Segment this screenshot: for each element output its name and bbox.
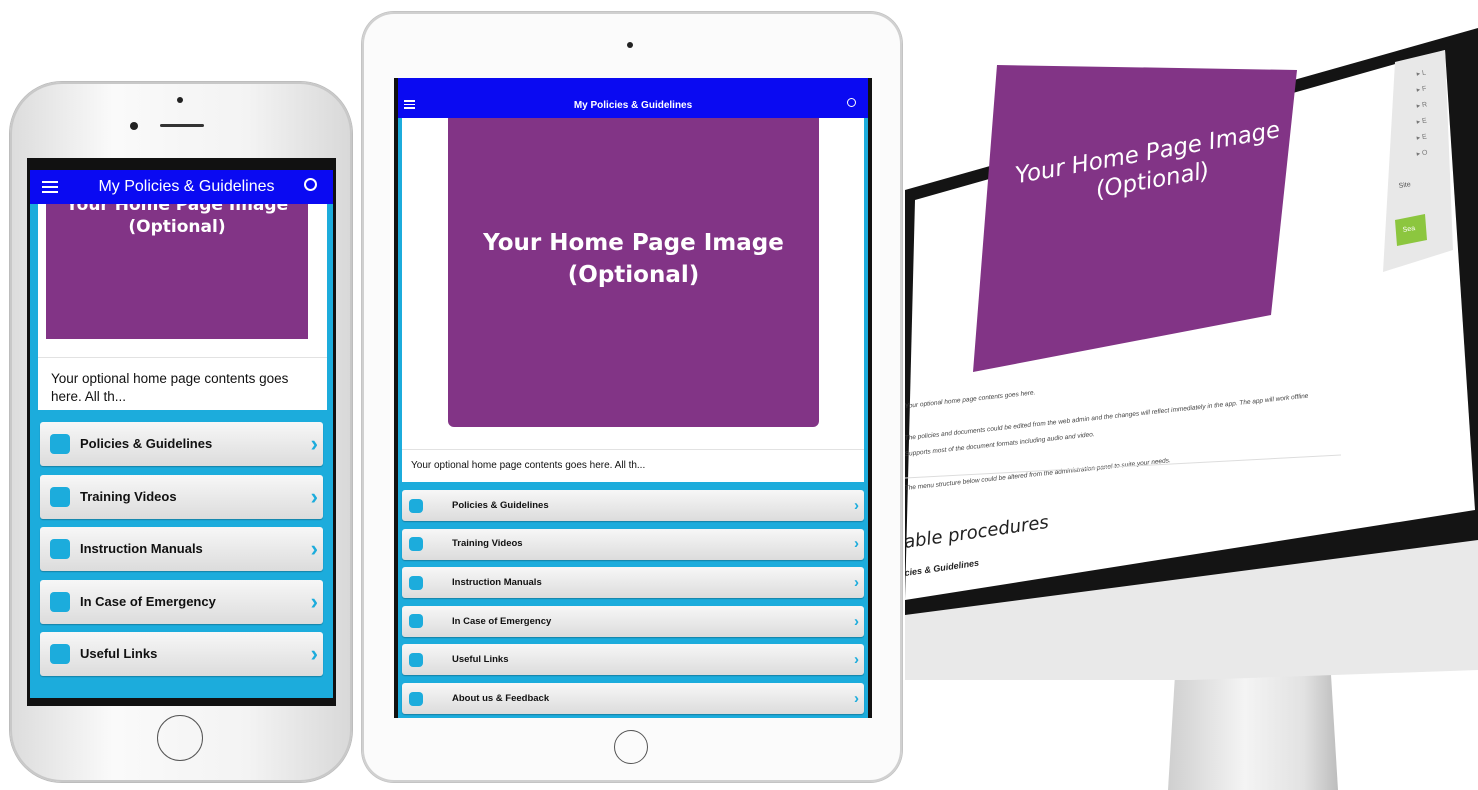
hero-text: Your Home Page Image (Optional) <box>483 230 784 288</box>
phone-speaker <box>160 124 204 127</box>
menu-list: Policies & Guidelines › Training Videos › In… <box>402 488 864 718</box>
chevron-right-icon: › <box>310 641 318 667</box>
menu-item-label: Policies & Guidelines <box>452 499 549 511</box>
chevron-right-icon: › <box>854 651 859 669</box>
menu-item[interactable]: In Case of Emergency › <box>402 605 864 637</box>
search-icon[interactable] <box>304 178 317 191</box>
card-divider <box>402 449 864 450</box>
chevron-right-icon: › <box>310 588 318 614</box>
home-button-icon[interactable] <box>157 715 203 761</box>
chevron-right-icon: › <box>310 483 318 509</box>
menu-item-icon <box>409 652 423 667</box>
app-bar: My Policies & Guidelines <box>30 170 333 204</box>
menu-item-icon <box>50 486 70 507</box>
phone-app: Your Home Page Image (Optional) Your opt… <box>30 170 333 698</box>
menu-item-icon <box>409 498 423 513</box>
chevron-right-icon: › <box>854 496 859 514</box>
menu-item-icon <box>409 575 423 590</box>
chevron-right-icon: › <box>310 431 318 457</box>
phone-sensor <box>177 97 183 103</box>
hero-image: Your Home Page Image (Optional) <box>46 192 308 339</box>
hero-image: Your Home Page Image (Optional) <box>448 118 819 427</box>
menu-item-label: Training Videos <box>452 538 523 550</box>
phone-screen: Your Home Page Image (Optional) Your opt… <box>27 158 336 706</box>
camera-icon <box>627 42 633 48</box>
menu-item-icon <box>409 537 423 552</box>
menu-item[interactable]: Training Videos › <box>402 528 864 560</box>
menu-item-label: In Case of Emergency <box>80 593 216 609</box>
menu-item[interactable]: Policies & Guidelines › <box>402 490 864 521</box>
menu-item[interactable]: About us & Feedback › <box>402 683 864 714</box>
menu-item-icon <box>50 434 70 454</box>
menu-item-icon <box>409 614 423 629</box>
home-card: Your Home Page Image (Optional) Your opt… <box>38 182 327 410</box>
chevron-right-icon: › <box>854 612 859 630</box>
home-button-icon[interactable] <box>614 730 648 764</box>
menu-item-icon <box>50 591 70 612</box>
chevron-right-icon: › <box>854 689 859 707</box>
app-title: My Policies & Guidelines <box>98 178 275 195</box>
app-bar: My Policies & Guidelines <box>398 78 868 118</box>
menu-item-label: Useful Links <box>452 654 509 666</box>
menu-item-label: Instruction Manuals <box>452 576 542 588</box>
menu-item-label: In Case of Emergency <box>452 615 552 627</box>
menu-item[interactable]: Useful Links › <box>402 644 864 676</box>
tablet-screen: Your Home Page Image (Optional) Your opt… <box>394 78 872 718</box>
status-bar <box>398 78 868 88</box>
chevron-right-icon: › <box>854 535 859 553</box>
menu-item[interactable]: Policies & Guidelines › <box>40 422 323 466</box>
monitor-device: ▸ L▸ F▸ R▸ E▸ E▸ O Site Sea Your Home Pa… <box>905 28 1478 680</box>
menu-item-label: Instruction Manuals <box>80 541 203 557</box>
app-title: My Policies & Guidelines <box>573 100 693 111</box>
intro-text: Your optional home page contents goes he… <box>51 371 289 404</box>
intro-text: Your optional home page contents goes he… <box>411 460 646 471</box>
menu-item-label: Useful Links <box>80 646 158 662</box>
menu-item-label: Training Videos <box>80 488 177 504</box>
menu-item[interactable]: Useful Links › <box>40 632 323 676</box>
menu-item-icon <box>50 539 70 559</box>
menu-item[interactable]: Instruction Manuals › <box>402 567 864 599</box>
tablet-device: Your Home Page Image (Optional) Your opt… <box>362 12 902 782</box>
phone-device: Your Home Page Image (Optional) Your opt… <box>10 82 352 782</box>
menu-item-icon <box>50 644 70 664</box>
card-divider <box>38 357 327 358</box>
search-icon[interactable] <box>847 98 856 107</box>
menu-item-icon <box>409 691 423 706</box>
menu-item-label: Policies & Guidelines <box>80 436 213 452</box>
chevron-right-icon: › <box>854 574 859 592</box>
menu-item[interactable]: Training Videos › <box>40 474 323 519</box>
home-card: Your Home Page Image (Optional) Your opt… <box>402 118 864 482</box>
menu-list: Policies & Guidelines › Training Videos › In… <box>38 418 325 698</box>
menu-item[interactable]: Instruction Manuals › <box>40 527 323 571</box>
chevron-right-icon: › <box>310 536 318 562</box>
menu-item-label: About us & Feedback <box>452 692 550 704</box>
sidebar-item[interactable]: ▸ L <box>1416 70 1426 78</box>
tablet-app: Your Home Page Image (Optional) Your opt… <box>398 78 868 718</box>
camera-icon <box>130 122 138 130</box>
menu-item[interactable]: In Case of Emergency › <box>40 579 323 624</box>
